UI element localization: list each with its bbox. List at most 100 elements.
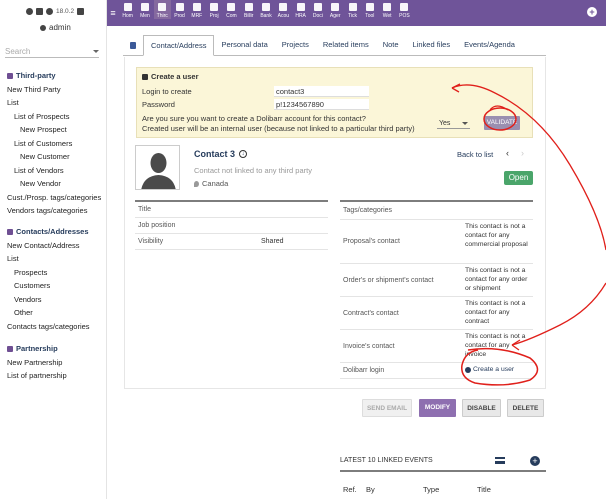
country: Canada [194,179,228,188]
create-user-link[interactable]: Create a user [465,365,531,374]
menu-item[interactable]: Contacts tags/categories [7,320,90,334]
top-menu-item[interactable]: Proj [205,0,222,19]
top-menu-item[interactable]: Billir [240,0,257,19]
module-icon [279,3,288,11]
col-ref[interactable]: Ref. [343,485,357,494]
not-linked-text: Contact not linked to any third party [194,166,312,175]
top-menu-item[interactable]: Thirc [153,0,171,19]
login-input[interactable]: contact3 [274,86,369,97]
menu-item[interactable]: New Contact/Address [7,239,90,253]
menu-item[interactable]: Customers [7,279,90,293]
menu-item[interactable]: New Customer [7,150,101,164]
menu-item[interactable]: List [7,96,101,110]
menu-item[interactable]: List of Prospects [7,110,101,124]
top-menu-label: Tool [365,13,375,19]
gear-icon[interactable] [26,8,33,15]
menu-item[interactable]: Vendors [7,293,90,307]
logout-icon[interactable] [77,8,85,15]
top-menu-item[interactable]: Men [136,0,153,19]
list-icon[interactable] [495,457,505,464]
top-menu-item[interactable]: Tick [344,0,361,19]
plus-circle-icon [465,366,471,373]
top-menu-label: MRF [191,13,203,19]
download-icon[interactable]: ↓ [239,150,248,158]
menu-item[interactable]: Cust./Prosp. tags/categories [7,191,101,205]
chevron-down-icon [93,50,99,53]
left-sidebar: 18.0.2 admin Search Third-party New Thir… [0,0,107,499]
module-icon [210,3,219,11]
menu-title-contacts[interactable]: Contacts/Addresses [7,225,90,239]
search-select[interactable]: Search [5,46,99,58]
contact-name: Contact 3 ↓ [194,149,248,159]
tab-related-items[interactable]: Related items [316,35,376,55]
user-menu[interactable]: admin [40,23,71,32]
menu-item[interactable]: List of Vendors [7,164,101,178]
top-menu-label: Thirc [156,13,168,19]
add-event-icon[interactable]: + [530,456,540,466]
help-icon[interactable] [46,8,53,15]
address-book-icon [7,228,13,235]
top-menu-label: HRA [295,13,306,19]
status-badge: Open [504,171,533,185]
menu-title-partnership[interactable]: Partnership [7,342,67,356]
col-title[interactable]: Title [477,485,491,494]
menu-item[interactable]: List of Customers [7,137,101,151]
prev-record-icon[interactable]: ‹ [506,148,509,158]
menu-item[interactable]: Other [7,306,90,320]
right-fields-table: Tags/categories Proposal's contact This c… [340,200,533,379]
module-icon [400,3,409,11]
menu-item[interactable]: New Vendor [7,177,101,191]
top-menu-label: Men [140,13,150,19]
module-icon [296,3,305,11]
confirm-select[interactable]: Yes [437,118,470,129]
tab-note[interactable]: Note [376,35,406,55]
table-row: Visibility Shared [135,234,328,250]
col-type[interactable]: Type [423,485,439,494]
search-placeholder: Search [5,47,31,56]
top-menu-item[interactable]: Hom [119,0,136,19]
quick-add-icon[interactable]: + [587,7,597,17]
tab-events-agenda[interactable]: Events/Agenda [457,35,522,55]
menu-item[interactable]: Prospects [7,266,90,280]
password-input[interactable]: p!1234567890 [274,99,369,110]
top-menu-item[interactable]: Acou [275,0,292,19]
top-menu-item[interactable]: Tool [361,0,378,19]
modify-button[interactable]: MODIFY [419,399,456,417]
menu-partnership: Partnership New Partnership List of part… [7,342,67,383]
tab-projects[interactable]: Projects [275,35,316,55]
tab-personal-data[interactable]: Personal data [214,35,274,55]
top-right-area: + [528,0,606,26]
top-menu-item[interactable]: Doci [309,0,326,19]
top-menu-item[interactable]: Wet [378,0,395,19]
top-menu-item[interactable]: POS [396,0,413,19]
menu-item[interactable]: New Partnership [7,356,67,370]
menu-item[interactable]: New Third Party [7,83,101,97]
menu-contacts: Contacts/Addresses New Contact/Address L… [7,225,90,333]
table-row: Contract's contact This contact is not a … [340,297,533,330]
delete-button[interactable]: DELETE [507,399,544,417]
tab-contact-address[interactable]: Contact/Address [143,35,215,56]
top-menu-item[interactable]: HRA [292,0,309,19]
menu-item[interactable]: Vendors tags/categories [7,204,101,218]
menu-title-third-party[interactable]: Third-party [7,69,101,83]
back-to-list-link[interactable]: Back to list [457,150,493,159]
next-record-icon: › [521,148,524,158]
top-menu-item[interactable]: Prod [171,0,188,19]
module-icon [140,3,149,11]
menu-item[interactable]: New Prospect [7,123,101,137]
top-menu-item[interactable]: MRF [188,0,205,19]
menu-item[interactable]: List of partnership [7,369,67,383]
col-by[interactable]: By [366,485,375,494]
top-menu-item[interactable]: Bank [257,0,274,19]
top-menu-item[interactable]: Com [223,0,240,19]
validate-button[interactable]: VALIDATE [484,116,520,130]
tab-linked-files[interactable]: Linked files [406,35,458,55]
print-icon[interactable] [36,8,43,15]
top-menu-item[interactable]: Ager [327,0,344,19]
table-row: Tags/categories [340,202,533,220]
hamburger-icon[interactable]: ≡ [107,0,119,26]
disable-button[interactable]: DISABLE [462,399,501,417]
menu-third-party: Third-party New Third Party List List of… [7,69,101,218]
menu-item[interactable]: List [7,252,90,266]
handshake-icon [7,345,13,352]
